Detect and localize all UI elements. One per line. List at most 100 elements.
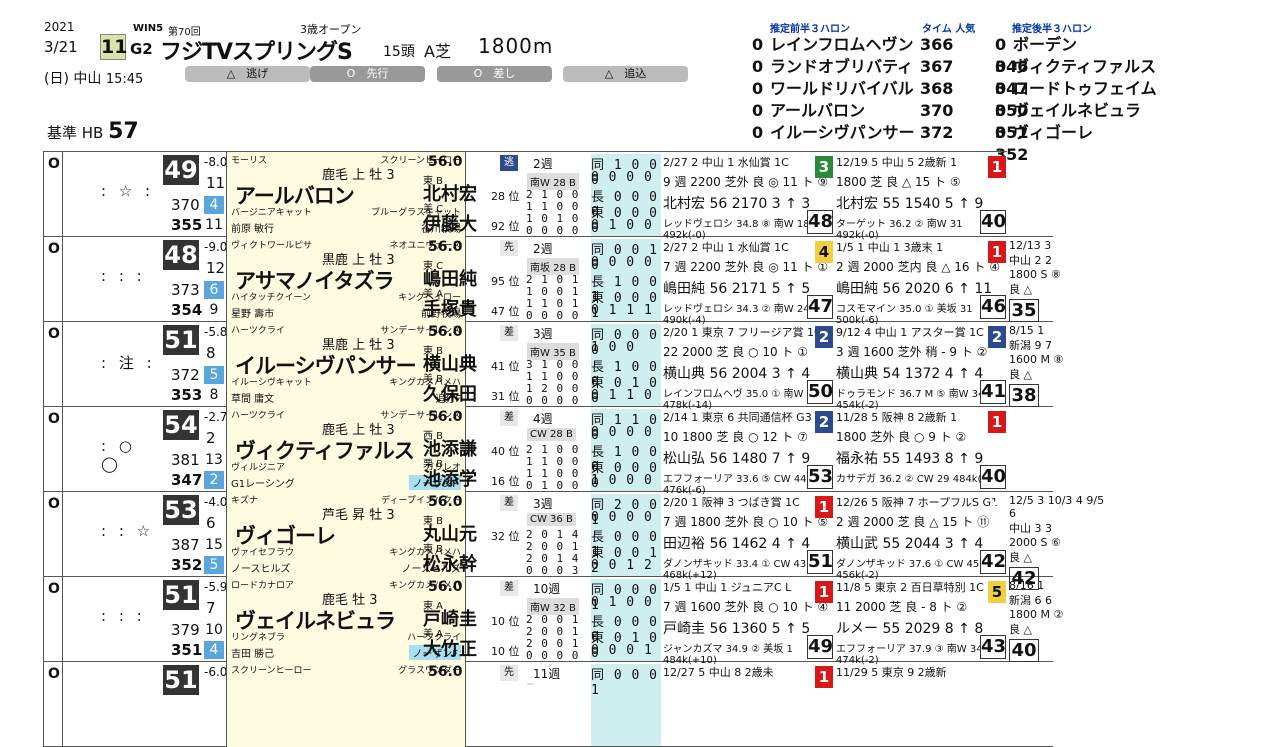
course-record-line [591,696,661,712]
horse-row: O: : :51 -5.9 7 379 351 10 4 ロードカナロア キングカメハメハ 鹿毛 … [43,577,1063,666]
past-race: 11/8 5 東京 2 百日草特別 1C 11 2000 芝 良 - 8 ト ②ル… [836,579,1008,666]
trainer-pos: 92 位 [491,220,520,233]
speed-index: 46 [980,295,1007,319]
extra-l3: 1800 M ② [1009,608,1064,621]
past-race: 12/26 5 阪神 7 ホープフルS G1 2 週 2000 芝 良 △ 15 … [836,494,1008,581]
training: CW 36 B [527,513,576,526]
training [527,683,533,685]
run-style: 差 [500,325,518,341]
finish-position: 4 [815,241,833,263]
index-diff: -4.0 [204,495,228,509]
mark-cell: O [43,662,63,746]
pred-horse: ランドオブリバティ [770,57,914,76]
race-number: 11 [100,34,128,60]
back-rank [204,726,224,744]
front-rank: 4 [204,196,224,214]
front-rank: 6 [204,281,224,299]
pred-rank: 0 [752,123,764,142]
jockey-pos: 28 位 [491,190,520,203]
index-diff: -5.9 [204,580,228,594]
past-race: 11/29 5 東京 9 2歳新 7 [836,664,1008,746]
past-l1: 12/26 5 阪神 7 ホープフルS G1 [836,496,999,509]
extra-l2: 新潟 9 7 [1009,339,1052,352]
weeks-since: 11週 [533,667,561,681]
extra-speed: 38 [1009,384,1039,407]
past-l2: 11 2000 芝 良 - 8 ト ② [836,600,968,614]
pred-row: 0 ヴィゴーレ352 [995,122,1195,164]
weeks-since: 4週 [533,412,553,426]
past-race: 2/14 1 東京 6 共同通信杯 G3 10 1800 芝 良 ○ 12 ト ⑦… [663,409,835,496]
pred-time: 367 [920,57,954,76]
past-l2: 22 2000 芝 良 ○ 10 ト ① [663,345,809,359]
pred-row: 0 ワールドリバイバル 368 [752,78,962,100]
weeks-since: 2週 [533,242,553,256]
pred-horse: ヴェイルネビュラ [1013,101,1142,120]
back-rank: 2 [204,471,224,489]
past-l1: 12/19 5 中山 5 2歳新 1 [836,156,958,169]
owner: 吉田 勝己 [231,649,275,660]
past-l2: 1800 芝外 良 ○ 9 ト ② [836,430,967,444]
front-rank [204,706,224,724]
trainer-name: 大竹正 [423,639,477,660]
pred-row: 0 ボーデン346 [995,34,1195,76]
dam: ヴァイセフラウ [231,548,295,558]
index-rank: 7 [206,599,216,617]
run-style: 逃 [500,155,518,171]
past-race: 12/19 5 中山 5 2歳新 1 1800 芝 良 △ 15 ト ⑤ 北村宏 5… [836,154,1008,241]
race-date: 3/21 [44,38,78,56]
extra-l2: 中山 2 2 [1009,254,1052,267]
prediction-marks: : : : [101,267,146,285]
back-rank: 5 [204,556,224,574]
course-record-line: 長 1 0 0 0 [591,360,658,390]
extra-l1: 8/15 1 [1009,324,1045,337]
extra-past: 8/15 1 新潟 9 7 1600 M ⑧ 良 △ 38 [1009,324,1107,407]
trainer-name: 久保田 [423,384,477,405]
past-l1: 2/20 1 東京 7 フリージア賞 1C [663,326,822,339]
pred-rank: 0 [752,57,764,76]
course-record-line: 同 0 0 1 0 [591,243,658,273]
trainer-name: 伊藤大 [423,214,477,235]
speed-index: 48 [807,210,834,234]
course-record-line: 長 1 0 0 1 [591,275,658,305]
course-record-line: 1 0 0 0 [591,473,653,488]
course-record-line: 同 0 0 0 1 [591,583,658,613]
extra-l1: 12/13 3 [1009,239,1052,252]
finish-position: 1 [988,241,1006,263]
kijun: 基準 HB 57 [47,119,139,144]
front-rank: 5 [204,366,224,384]
pred-back-list: 0 ボーデン346 0 ヴィクティファルス347 0 ロードトゥフェイム350 0 ヴェイルネ… [995,34,1195,164]
pred-back-title: 推定後半３ハロン [1012,24,1092,35]
pred-time: 370 [920,101,954,120]
horse-row: O 51 -6.0 スクリーンヒーロー グラスワンダー 56.0 先 11週同 0 0 0 1… [43,662,1053,747]
past-l2: 2 週 2000 芝内 良 △ 16 ト ④ [836,260,1000,274]
speed-index: 51 [807,550,834,574]
pred-time: 368 [920,79,954,98]
mark-symbol: O [48,156,60,172]
weight: 56.0 [428,579,463,595]
sire: ロードカナロア [231,581,295,591]
course-record-line: 長 0 0 0 0 [591,190,658,220]
extra-l4: 良 △ [1009,368,1032,381]
prediction-marks: : ☆ : [101,182,155,200]
speed-index: 47 [807,295,834,319]
front-time: 379 [171,621,200,639]
speed-index: 43 [980,635,1007,659]
pred-rank: 0 [752,35,764,54]
course-record-line [591,728,661,744]
record: 0 0 0 3 [526,564,580,577]
course-record: 同 2 0 0 10 0 0 0 長 0 0 0 1東 0 0 1 20 0 1 … [591,494,661,576]
index-diff: -2.7 [204,410,228,424]
extra-l1: 8/16 1 [1009,579,1045,592]
course-record-line [591,680,661,696]
course-record-line [591,712,661,728]
past-l2: 1800 芝 良 △ 15 ト ⑤ [836,175,961,189]
back-rank: 4 [204,641,224,659]
course-record-line: 0 1 0 0 [591,218,653,233]
run-style: 差 [500,495,518,511]
sire: モーリス [231,156,268,166]
speed-index: 53 [807,465,834,489]
record: 0 1 0 0 [526,479,580,492]
weeks-since: 3週 [533,327,553,341]
course-record-line: 0 0 0 0 [591,425,653,440]
past-l1: 11/28 5 阪神 8 2歳新 1 [836,411,958,424]
